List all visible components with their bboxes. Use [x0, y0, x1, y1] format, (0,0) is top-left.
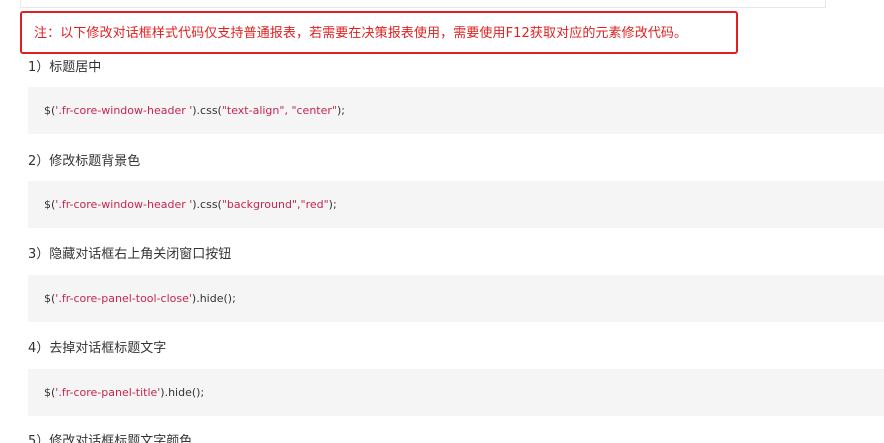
section-heading-5: 5）修改对话框标题文字颜色 [28, 434, 193, 443]
code-block-3[interactable]: $('.fr-core-panel-tool-close').hide(); [28, 275, 884, 322]
code-token: ); [336, 104, 345, 117]
code-block-2[interactable]: $('.fr-core-window-header ').css("backgr… [28, 181, 884, 228]
warning-note: 注：以下修改对话框样式代码仅支持普通报表，若需要在决策报表使用，需要使用F12获… [20, 11, 738, 54]
code-string: '.fr-core-panel-title' [55, 386, 161, 399]
section-heading-2: 2）修改标题背景色 [28, 154, 141, 169]
code-token: ); [328, 198, 337, 211]
code-token: $( [44, 198, 56, 211]
code-token: ).hide(); [160, 386, 205, 399]
code-token: ).css( [192, 198, 222, 211]
code-block-1[interactable]: $('.fr-core-window-header ').css("text-a… [28, 87, 884, 134]
code-string: '.fr-core-window-header ' [55, 104, 193, 117]
code-string: '.fr-core-window-header ' [55, 198, 193, 211]
code-string: "background","red" [221, 198, 329, 211]
section-heading-1: 1）标题居中 [28, 60, 102, 75]
document-page: 注：以下修改对话框样式代码仅支持普通报表，若需要在决策报表使用，需要使用F12获… [0, 0, 884, 443]
code-string: '.fr-core-panel-tool-close' [55, 292, 192, 305]
code-token: ).css( [192, 104, 222, 117]
section-heading-4: 4）去掉对话框标题文字 [28, 341, 167, 356]
code-token: $( [44, 104, 56, 117]
code-string: "text-align", "center" [221, 104, 337, 117]
previous-block-border [20, 0, 826, 8]
code-token: ).hide(); [191, 292, 236, 305]
code-token: $( [44, 386, 56, 399]
warning-note-text: 注：以下修改对话框样式代码仅支持普通报表，若需要在决策报表使用，需要使用F12获… [34, 26, 688, 41]
code-block-4[interactable]: $('.fr-core-panel-title').hide(); [28, 369, 884, 416]
section-heading-3: 3）隐藏对话框右上角关闭窗口按钮 [28, 247, 232, 262]
code-token: $( [44, 292, 56, 305]
